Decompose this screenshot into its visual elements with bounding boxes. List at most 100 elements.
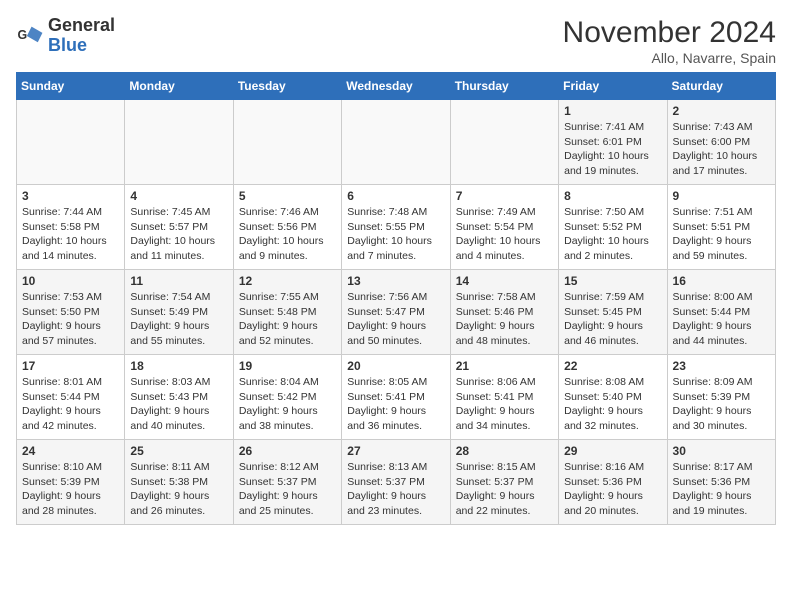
calendar-cell: 26 Sunrise: 8:12 AM Sunset: 5:37 PM Dayli… (233, 440, 341, 525)
logo-text: General Blue (48, 16, 115, 56)
weekday-header: Wednesday (342, 73, 450, 100)
calendar-cell: 2Sunrise: 7:43 AM Sunset: 6:00 PM Daylig… (667, 100, 775, 185)
calendar-cell (342, 100, 450, 185)
day-info: Sunrise: 7:58 AM Sunset: 5:46 PM Dayligh… (456, 290, 553, 349)
day-info: Sunrise: 7:51 AM Sunset: 5:51 PM Dayligh… (673, 205, 770, 264)
day-info: Sunrise: 8:06 AM Sunset: 5:41 PM Dayligh… (456, 375, 553, 434)
logo: G General Blue (16, 16, 115, 56)
calendar-cell: 11 Sunrise: 7:54 AM Sunset: 5:49 PM Dayli… (125, 270, 233, 355)
day-number: 30 (673, 444, 770, 458)
calendar-cell: 20 Sunrise: 8:05 AM Sunset: 5:41 PM Dayli… (342, 355, 450, 440)
day-info: Sunrise: 7:56 AM Sunset: 5:47 PM Dayligh… (347, 290, 444, 349)
title-block: November 2024 Allo, Navarre, Spain (563, 16, 776, 66)
day-number: 6 (347, 189, 444, 203)
day-info: Sunrise: 7:50 AM Sunset: 5:52 PM Dayligh… (564, 205, 661, 264)
calendar-cell: 29 Sunrise: 8:16 AM Sunset: 5:36 PM Dayli… (559, 440, 667, 525)
month-title: November 2024 (563, 16, 776, 50)
calendar-week-row: 3 Sunrise: 7:44 AM Sunset: 5:58 PM Daylig… (17, 185, 776, 270)
day-number: 11 (130, 274, 227, 288)
calendar-cell: 10 Sunrise: 7:53 AM Sunset: 5:50 PM Dayli… (17, 270, 125, 355)
day-info: Sunrise: 7:53 AM Sunset: 5:50 PM Dayligh… (22, 290, 119, 349)
calendar-week-row: 24 Sunrise: 8:10 AM Sunset: 5:39 PM Dayli… (17, 440, 776, 525)
day-number: 5 (239, 189, 336, 203)
weekday-header: Saturday (667, 73, 775, 100)
day-info: Sunrise: 8:16 AM Sunset: 5:36 PM Dayligh… (564, 460, 661, 519)
day-number: 8 (564, 189, 661, 203)
day-number: 29 (564, 444, 661, 458)
day-info: Sunrise: 8:10 AM Sunset: 5:39 PM Dayligh… (22, 460, 119, 519)
day-info: Sunrise: 7:55 AM Sunset: 5:48 PM Dayligh… (239, 290, 336, 349)
day-number: 10 (22, 274, 119, 288)
day-number: 22 (564, 359, 661, 373)
calendar-cell (17, 100, 125, 185)
day-info: Sunrise: 8:08 AM Sunset: 5:40 PM Dayligh… (564, 375, 661, 434)
day-number: 23 (673, 359, 770, 373)
day-number: 25 (130, 444, 227, 458)
day-info: Sunrise: 7:45 AM Sunset: 5:57 PM Dayligh… (130, 205, 227, 264)
calendar-cell: 27 Sunrise: 8:13 AM Sunset: 5:37 PM Dayli… (342, 440, 450, 525)
day-number: 21 (456, 359, 553, 373)
calendar-cell (450, 100, 558, 185)
calendar-cell: 5 Sunrise: 7:46 AM Sunset: 5:56 PM Daylig… (233, 185, 341, 270)
calendar-cell: 28 Sunrise: 8:15 AM Sunset: 5:37 PM Dayli… (450, 440, 558, 525)
day-number: 9 (673, 189, 770, 203)
day-info: Sunrise: 7:41 AM Sunset: 6:01 PM Dayligh… (564, 120, 661, 179)
day-number: 18 (130, 359, 227, 373)
day-number: 16 (673, 274, 770, 288)
calendar-cell: 22 Sunrise: 8:08 AM Sunset: 5:40 PM Dayli… (559, 355, 667, 440)
svg-text:G: G (18, 28, 28, 42)
day-info: Sunrise: 8:13 AM Sunset: 5:37 PM Dayligh… (347, 460, 444, 519)
calendar-cell: 14Sunrise: 7:58 AM Sunset: 5:46 PM Dayli… (450, 270, 558, 355)
day-number: 12 (239, 274, 336, 288)
day-info: Sunrise: 8:12 AM Sunset: 5:37 PM Dayligh… (239, 460, 336, 519)
weekday-header: Monday (125, 73, 233, 100)
day-info: Sunrise: 8:01 AM Sunset: 5:44 PM Dayligh… (22, 375, 119, 434)
calendar-cell: 1Sunrise: 7:41 AM Sunset: 6:01 PM Daylig… (559, 100, 667, 185)
calendar-cell: 17Sunrise: 8:01 AM Sunset: 5:44 PM Dayli… (17, 355, 125, 440)
calendar-table: SundayMondayTuesdayWednesdayThursdayFrid… (16, 72, 776, 525)
calendar-cell: 9 Sunrise: 7:51 AM Sunset: 5:51 PM Daylig… (667, 185, 775, 270)
day-number: 20 (347, 359, 444, 373)
calendar-week-row: 17Sunrise: 8:01 AM Sunset: 5:44 PM Dayli… (17, 355, 776, 440)
day-info: Sunrise: 7:44 AM Sunset: 5:58 PM Dayligh… (22, 205, 119, 264)
calendar-cell (125, 100, 233, 185)
day-number: 4 (130, 189, 227, 203)
calendar-cell: 6 Sunrise: 7:48 AM Sunset: 5:55 PM Daylig… (342, 185, 450, 270)
day-info: Sunrise: 7:43 AM Sunset: 6:00 PM Dayligh… (673, 120, 770, 179)
calendar-cell: 15 Sunrise: 7:59 AM Sunset: 5:45 PM Dayli… (559, 270, 667, 355)
day-number: 28 (456, 444, 553, 458)
calendar-cell: 3 Sunrise: 7:44 AM Sunset: 5:58 PM Daylig… (17, 185, 125, 270)
day-number: 19 (239, 359, 336, 373)
weekday-header: Tuesday (233, 73, 341, 100)
day-info: Sunrise: 8:15 AM Sunset: 5:37 PM Dayligh… (456, 460, 553, 519)
day-number: 15 (564, 274, 661, 288)
day-number: 3 (22, 189, 119, 203)
day-number: 26 (239, 444, 336, 458)
day-info: Sunrise: 8:05 AM Sunset: 5:41 PM Dayligh… (347, 375, 444, 434)
calendar-cell: 13 Sunrise: 7:56 AM Sunset: 5:47 PM Dayli… (342, 270, 450, 355)
calendar-cell: 24 Sunrise: 8:10 AM Sunset: 5:39 PM Dayli… (17, 440, 125, 525)
day-info: Sunrise: 7:46 AM Sunset: 5:56 PM Dayligh… (239, 205, 336, 264)
calendar-cell: 21 Sunrise: 8:06 AM Sunset: 5:41 PM Dayli… (450, 355, 558, 440)
day-number: 7 (456, 189, 553, 203)
day-info: Sunrise: 7:59 AM Sunset: 5:45 PM Dayligh… (564, 290, 661, 349)
day-info: Sunrise: 8:00 AM Sunset: 5:44 PM Dayligh… (673, 290, 770, 349)
day-info: Sunrise: 7:48 AM Sunset: 5:55 PM Dayligh… (347, 205, 444, 264)
calendar-cell: 16 Sunrise: 8:00 AM Sunset: 5:44 PM Dayli… (667, 270, 775, 355)
calendar-cell: 7 Sunrise: 7:49 AM Sunset: 5:54 PM Daylig… (450, 185, 558, 270)
day-info: Sunrise: 7:49 AM Sunset: 5:54 PM Dayligh… (456, 205, 553, 264)
weekday-header-row: SundayMondayTuesdayWednesdayThursdayFrid… (17, 73, 776, 100)
day-number: 24 (22, 444, 119, 458)
day-info: Sunrise: 7:54 AM Sunset: 5:49 PM Dayligh… (130, 290, 227, 349)
calendar-cell: 12 Sunrise: 7:55 AM Sunset: 5:48 PM Dayli… (233, 270, 341, 355)
calendar-week-row: 10 Sunrise: 7:53 AM Sunset: 5:50 PM Dayli… (17, 270, 776, 355)
day-info: Sunrise: 8:09 AM Sunset: 5:39 PM Dayligh… (673, 375, 770, 434)
weekday-header: Thursday (450, 73, 558, 100)
calendar-cell: 18 Sunrise: 8:03 AM Sunset: 5:43 PM Dayli… (125, 355, 233, 440)
day-info: Sunrise: 8:17 AM Sunset: 5:36 PM Dayligh… (673, 460, 770, 519)
day-info: Sunrise: 8:03 AM Sunset: 5:43 PM Dayligh… (130, 375, 227, 434)
calendar-cell: 19Sunrise: 8:04 AM Sunset: 5:42 PM Dayli… (233, 355, 341, 440)
day-number: 27 (347, 444, 444, 458)
day-info: Sunrise: 8:11 AM Sunset: 5:38 PM Dayligh… (130, 460, 227, 519)
day-number: 13 (347, 274, 444, 288)
